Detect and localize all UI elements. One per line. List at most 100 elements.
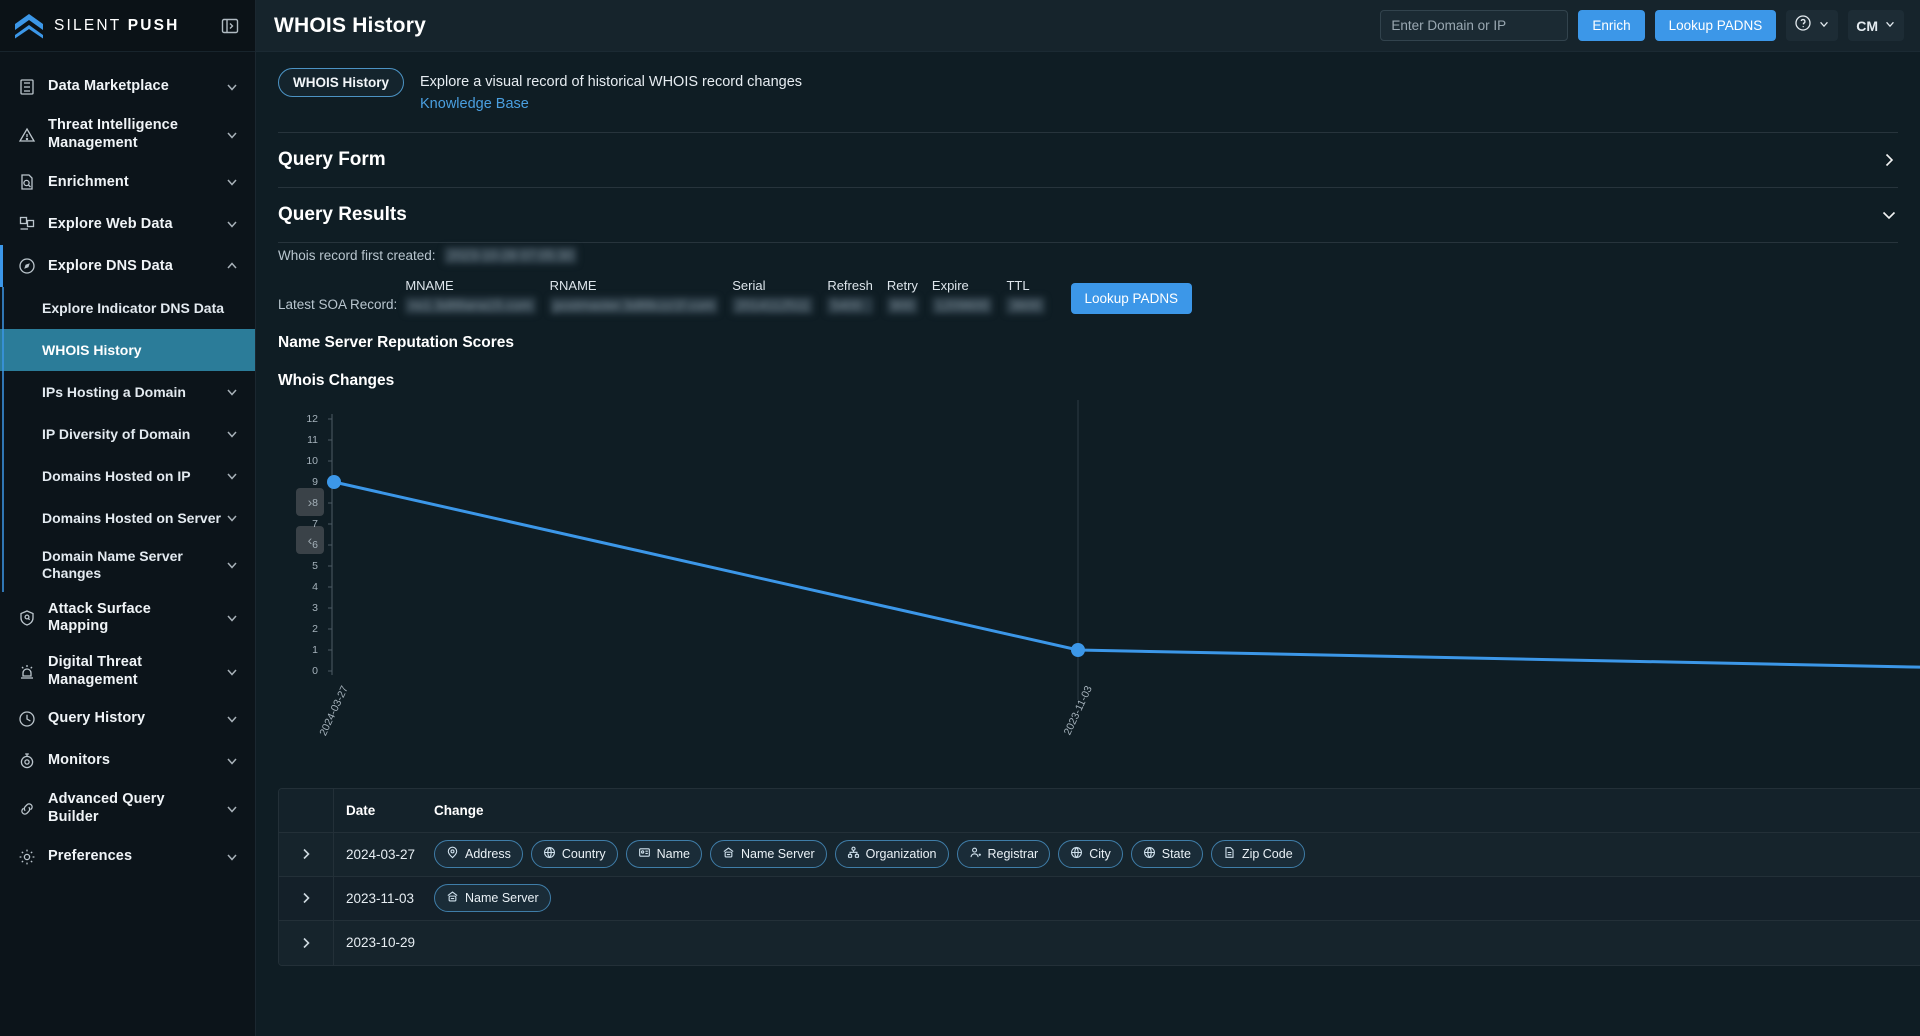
domain-or-ip-input[interactable]	[1380, 10, 1569, 41]
document-search-icon	[18, 173, 36, 191]
latest-soa-record-label: Latest SOA Record:	[278, 296, 398, 312]
chevron-down-icon	[225, 427, 239, 441]
link-icon	[18, 800, 36, 818]
sidebar-item-query-history[interactable]: Query History	[0, 698, 255, 740]
sidebar-item-advanced-query-builder[interactable]: Advanced Query Builder	[0, 782, 255, 835]
sidebar-group-preferences: Preferences	[0, 836, 255, 878]
sidebar-item-preferences[interactable]: Preferences	[0, 836, 255, 878]
change-tag-city[interactable]: City	[1058, 840, 1123, 868]
globe-icon	[1143, 846, 1156, 862]
table-row[interactable]: 2023-10-29 Expand	[279, 920, 1920, 965]
change-tag-name-server[interactable]: Name Server	[434, 884, 551, 912]
knowledge-base-link[interactable]: Knowledge Base	[420, 94, 802, 116]
sidebar-group-advanced-query-builder: Advanced Query Builder	[0, 782, 255, 835]
whois-first-created-row: Whois record first created: 2023-10-28 0…	[278, 246, 1898, 264]
change-tag-zip-code[interactable]: Zip Code	[1210, 840, 1305, 868]
sidebar-item-threat-intelligence-management[interactable]: Threat Intelligence Management	[0, 108, 255, 161]
stopwatch-icon	[18, 752, 36, 770]
sidebar-item-attack-surface-mapping[interactable]: Attack Surface Mapping	[0, 592, 255, 645]
sidebar-subitem-label: Domains Hosted on IP	[42, 467, 191, 484]
sidebar-item-domains-hosted-on-ip[interactable]: Domains Hosted on IP	[0, 455, 255, 497]
row-expand-toggle[interactable]	[279, 847, 333, 861]
chevron-down-icon	[225, 850, 239, 864]
change-tag-label: Name	[656, 847, 690, 861]
change-tag-country[interactable]: Country	[530, 840, 618, 868]
server-icon	[722, 846, 735, 862]
change-tag-label: Address	[465, 847, 511, 861]
sidebar-item-label: Advanced Query Builder	[48, 791, 165, 825]
chevron-down-icon	[225, 611, 239, 625]
panel-collapse-icon[interactable]	[219, 15, 241, 37]
latest-soa-record-row: Latest SOA Record: MNAME ns1.3d88ana15.c…	[278, 278, 1898, 314]
sidebar-item-domain-name-server-changes[interactable]: Domain Name Server Changes	[0, 539, 255, 591]
query-results-section-header[interactable]: Query Results	[256, 188, 1920, 242]
row-expand-toggle[interactable]	[279, 936, 333, 950]
chevron-right-icon[interactable]	[1880, 151, 1898, 169]
sidebar-item-explore-web-data[interactable]: Explore Web Data	[0, 203, 255, 245]
brand-header: SILENT PUSH	[0, 0, 255, 52]
sidebar-item-explore-indicator-dns-data[interactable]: Explore Indicator DNS Data	[0, 287, 255, 329]
sidebar-item-label: Query History	[48, 710, 146, 727]
enrich-button[interactable]: Enrich	[1578, 10, 1645, 41]
whois-changes-title: Whois Changes	[278, 371, 395, 389]
chevron-down-icon	[1884, 17, 1896, 35]
sidebar-item-enrichment[interactable]: Enrichment	[0, 161, 255, 203]
chevron-down-icon	[225, 665, 239, 679]
table-row[interactable]: 2023-11-03 Name Server Expand	[279, 876, 1920, 921]
soa-lookup-padns-button[interactable]: Lookup PADNS	[1070, 282, 1193, 314]
sidebar-item-data-marketplace[interactable]: Data Marketplace	[0, 66, 255, 108]
soa-value: 1209600	[931, 296, 993, 314]
whois-history-chip[interactable]: WHOIS History	[278, 68, 405, 97]
whois-first-created-value: 2023-10-28 07:05:30	[443, 246, 577, 264]
soa-header: Retry	[886, 277, 918, 293]
sidebar-nav: Data Marketplace Threat Intelligence Man…	[0, 52, 255, 1036]
sidebar-item-monitors[interactable]: Monitors	[0, 740, 255, 782]
sidebar-group-digital-threat-management: Digital Threat Management	[0, 645, 255, 698]
whois-changes-table: Date Change 2024-03-27 Address Country N…	[278, 787, 1920, 966]
table-row[interactable]: 2024-03-27 Address Country Name Name Ser…	[279, 832, 1920, 877]
sidebar-group-data-marketplace: Data Marketplace	[0, 66, 255, 108]
chart-plot-area: › ‹ 12 11 10 9 8 7 6 5 4 3 2 1 0 2024-03…	[278, 399, 1920, 780]
chevron-down-icon	[225, 175, 239, 189]
chart-svg	[327, 399, 1920, 700]
chevron-down-icon[interactable]	[1880, 206, 1898, 224]
chevron-down-icon	[225, 802, 239, 816]
change-tag-name-server[interactable]: Name Server	[709, 840, 827, 868]
lookup-padns-button[interactable]: Lookup PADNS	[1654, 10, 1777, 41]
soa-field-serial: Serial 2014112511	[732, 278, 814, 314]
soa-field-rname: RNAME postmaster.3d88czz1f.com	[549, 278, 719, 314]
change-tag-label: Zip Code	[1241, 847, 1293, 861]
soa-value: ns1.3d88ana15.com	[405, 296, 536, 314]
soa-header: Expire	[931, 277, 969, 293]
query-form-section-header[interactable]: Query Form	[256, 133, 1920, 187]
sidebar-item-domains-hosted-on-server[interactable]: Domains Hosted on Server	[0, 497, 255, 539]
change-tag-state[interactable]: State	[1130, 840, 1203, 868]
grid-icon	[18, 215, 36, 233]
warning-triangle-icon	[18, 126, 36, 144]
change-tag-label: Registrar	[987, 847, 1039, 861]
sidebar-item-digital-threat-management[interactable]: Digital Threat Management	[0, 645, 255, 698]
soa-field-mname: MNAME ns1.3d88ana15.com	[405, 278, 536, 314]
sidebar-item-whois-history[interactable]: WHOIS History	[0, 329, 255, 372]
database-icon	[18, 78, 36, 96]
sidebar-item-label: Threat Intelligence Management	[48, 117, 179, 151]
sidebar-group-explore-dns-data: Explore DNS Data Explore Indicator DNS D…	[0, 245, 255, 592]
sidebar-item-ips-hosting-a-domain[interactable]: IPs Hosting a Domain	[0, 371, 255, 413]
soa-field-expire: Expire 1209600	[931, 277, 993, 314]
sidebar-subitem-label: Domains Hosted on Server	[42, 509, 221, 526]
change-tag-organization[interactable]: Organization	[834, 840, 949, 868]
sidebar-item-label: Monitors	[48, 752, 111, 769]
change-tag-label: Organization	[865, 847, 937, 861]
page-body: WHOIS History Explore a visual record of…	[256, 52, 1920, 1036]
chevron-down-icon	[225, 511, 239, 525]
change-tag-registrar[interactable]: Registrar	[956, 840, 1051, 868]
sidebar-item-explore-dns-data[interactable]: Explore DNS Data	[0, 245, 255, 288]
row-expand-toggle[interactable]	[279, 891, 333, 905]
top-bar-actions: Enrich Lookup PADNS CM	[1380, 10, 1904, 41]
server-icon	[446, 890, 459, 906]
help-menu[interactable]	[1786, 10, 1839, 41]
change-tag-address[interactable]: Address	[434, 840, 523, 868]
sidebar-item-ip-diversity-of-domain[interactable]: IP Diversity of Domain	[0, 413, 255, 455]
user-menu[interactable]: CM	[1848, 10, 1904, 41]
change-tag-name[interactable]: Name	[625, 840, 702, 868]
